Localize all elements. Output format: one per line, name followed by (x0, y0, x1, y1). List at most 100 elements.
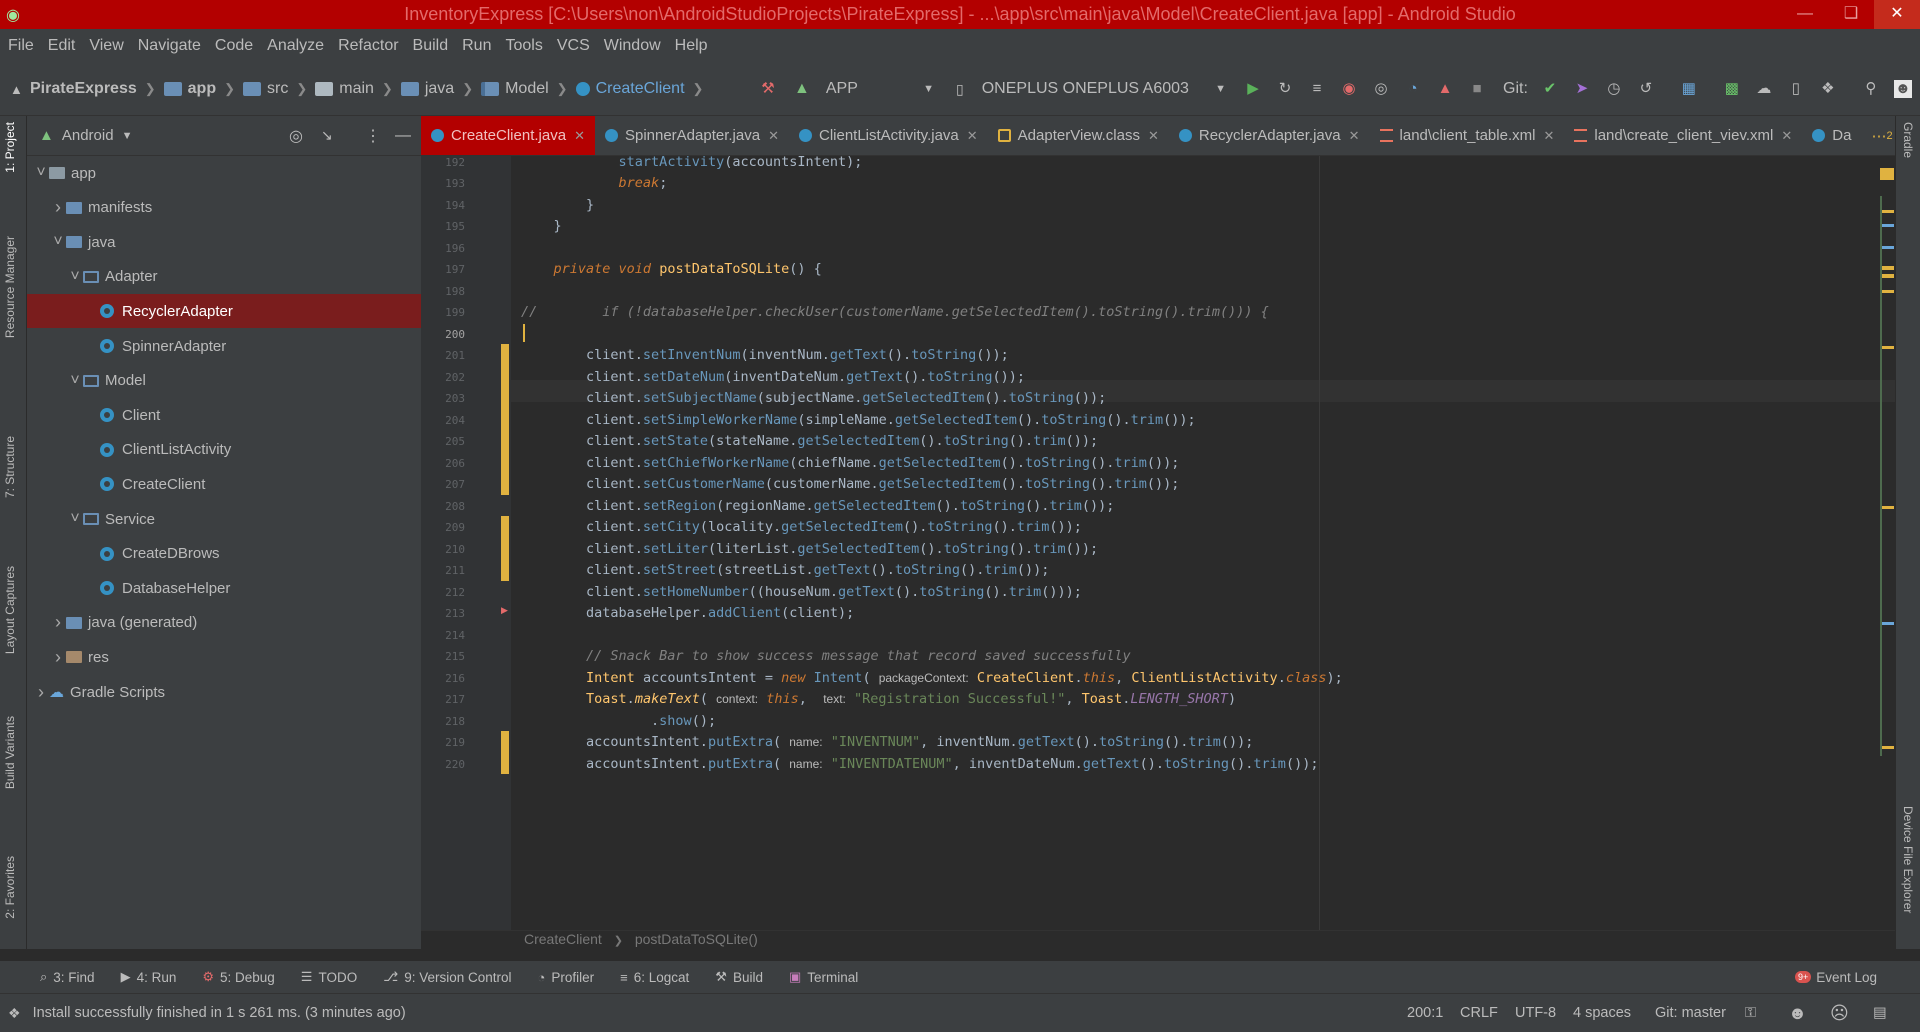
breadcrumb-app[interactable]: app ❯ (163, 80, 235, 98)
tool-button[interactable]: ☰ TODO (301, 969, 357, 985)
hide-panel-icon[interactable]: — (395, 127, 411, 145)
chevron-right-icon[interactable]: › (50, 612, 66, 633)
chevron-down-icon[interactable]: ˅ (33, 164, 49, 182)
options-icon[interactable]: ⋮ (365, 126, 381, 146)
error-stripe-mark[interactable] (1880, 266, 1894, 270)
git-push-icon[interactable]: ➤ (1573, 80, 1591, 98)
menu-tools[interactable]: Tools (505, 37, 542, 55)
tool-button[interactable]: ◔ Profiler (538, 970, 595, 985)
tree-item[interactable]: ClientListActivity (27, 433, 231, 467)
device-manager-icon[interactable]: ▯ (1787, 80, 1805, 98)
menu-refactor[interactable]: Refactor (338, 37, 398, 55)
menu-view[interactable]: View (89, 37, 123, 55)
error-stripe-mark[interactable] (1880, 224, 1894, 227)
account-icon[interactable]: ☻ (1893, 80, 1912, 98)
vcs-change-marker[interactable] (501, 752, 509, 774)
menu-vcs[interactable]: VCS (557, 37, 590, 55)
tree-item[interactable]: › ☁ Gradle Scripts (27, 675, 165, 709)
run-config-selector[interactable]: ▲ APP ▼ (794, 80, 934, 98)
tree-item[interactable]: ˅ java (27, 225, 115, 259)
vcs-change-marker[interactable] (501, 731, 509, 753)
menu-build[interactable]: Build (413, 37, 449, 55)
vcs-change-marker[interactable] (501, 473, 509, 495)
project-view-selector[interactable]: Android (62, 127, 114, 144)
apply-code-changes-icon[interactable]: ≡ (1308, 80, 1326, 98)
vcs-change-marker[interactable] (501, 516, 509, 538)
tree-item[interactable]: › manifests (27, 191, 152, 225)
close-tab-icon[interactable]: ✕ (768, 128, 779, 144)
scroll-track[interactable] (1880, 196, 1882, 756)
close-tab-icon[interactable]: ✕ (967, 128, 978, 144)
tree-item[interactable]: SpinnerAdapter (27, 329, 226, 363)
hammer-icon[interactable]: ⚒ (759, 80, 777, 98)
locate-file-icon[interactable]: ◎ (289, 126, 303, 146)
tree-item[interactable]: CreateDBrows (27, 537, 220, 571)
caret-position[interactable]: 200:1 (1407, 1005, 1443, 1021)
close-tab-icon[interactable]: ✕ (1349, 128, 1360, 144)
chevron-down-icon[interactable]: ˅ (67, 372, 83, 390)
chevron-down-icon[interactable]: ˅ (50, 233, 66, 251)
tool-window-resource-manager[interactable]: Resource Manager (3, 236, 17, 338)
stop-icon[interactable]: ■ (1468, 80, 1486, 98)
vcs-change-marker[interactable] (501, 451, 509, 473)
debug-icon[interactable]: ◉ (1340, 80, 1358, 98)
rollback-icon[interactable]: ↺ (1637, 80, 1655, 98)
menu-help[interactable]: Help (675, 37, 708, 55)
close-button[interactable]: ✕ (1874, 0, 1920, 29)
tool-window-project[interactable]: 1: Project (3, 122, 17, 173)
tree-item[interactable]: ˅ Adapter (27, 260, 157, 294)
tool-button[interactable]: ⚒ Build (715, 969, 763, 985)
tree-item[interactable]: › java (generated) (27, 606, 197, 640)
coverage-icon[interactable]: ◎ (1372, 80, 1390, 98)
vcs-change-marker[interactable] (501, 365, 509, 387)
menu-file[interactable]: File (8, 37, 34, 55)
indent-setting[interactable]: 4 spaces (1573, 1005, 1631, 1021)
minimize-button[interactable]: — (1782, 0, 1828, 29)
tool-button[interactable]: ⚙ 5: Debug (202, 969, 274, 985)
chevron-right-icon[interactable]: › (50, 197, 66, 218)
tool-window-build-variants[interactable]: Build Variants (3, 716, 17, 789)
tool-window-gradle[interactable]: Gradle (1901, 122, 1915, 158)
lock-icon[interactable]: ⚿ (1745, 1005, 1756, 1021)
close-tab-icon[interactable]: ✕ (574, 128, 585, 144)
collapse-all-icon[interactable]: ↘ (321, 127, 333, 144)
error-stripe-mark[interactable] (1880, 506, 1894, 509)
menu-run[interactable]: Run (462, 37, 491, 55)
menu-navigate[interactable]: Navigate (138, 37, 201, 55)
breadcrumb-main[interactable]: main ❯ (315, 80, 393, 98)
apply-changes-icon[interactable]: ↻ (1276, 80, 1294, 98)
error-stripe-mark[interactable] (1880, 290, 1894, 293)
menu-analyze[interactable]: Analyze (267, 37, 324, 55)
maximize-button[interactable]: ❑ (1828, 0, 1874, 29)
notifications-icon[interactable]: ▤ (1873, 1005, 1887, 1021)
memory-face-icon[interactable]: ☹ (1830, 1003, 1849, 1024)
tree-item[interactable]: Client (27, 398, 160, 432)
sync-gradle-icon[interactable]: ▩ (1723, 80, 1741, 98)
vcs-change-marker[interactable] (501, 559, 509, 581)
project-structure-icon[interactable]: ▦ (1680, 80, 1698, 98)
editor-tab[interactable]: land\client_table.xml ✕ (1370, 116, 1565, 155)
tool-window-structure[interactable]: 7: Structure (3, 436, 17, 498)
close-tab-icon[interactable]: ✕ (1781, 128, 1792, 144)
event-log-button[interactable]: 9+ Event Log (1795, 970, 1877, 985)
editor-breadcrumb-class[interactable]: CreateClient (524, 931, 602, 947)
search-icon[interactable]: ⚲ (1862, 80, 1880, 98)
error-stripe-mark[interactable] (1880, 746, 1894, 749)
close-tab-icon[interactable]: ✕ (1543, 128, 1554, 144)
run-icon[interactable]: ▶ (1244, 80, 1262, 98)
tabs-overflow-button[interactable]: ⋯ 2 (1861, 116, 1895, 155)
history-icon[interactable]: ◷ (1605, 80, 1623, 98)
tool-button[interactable]: ▶ 4: Run (121, 969, 177, 985)
menu-edit[interactable]: Edit (48, 37, 76, 55)
vcs-change-marker[interactable] (501, 344, 509, 366)
tree-item[interactable]: ˅ Model (27, 364, 146, 398)
tree-item[interactable]: RecyclerAdapter (27, 294, 421, 329)
editor-tab[interactable]: CreateClient.java ✕ (421, 116, 595, 155)
tool-window-layout-captures[interactable]: Layout Captures (3, 566, 17, 654)
editor-tab[interactable]: AdapterView.class ✕ (988, 116, 1169, 155)
tool-button[interactable]: ▣ Terminal (789, 969, 858, 985)
git-branch[interactable]: Git: master (1655, 1005, 1726, 1021)
profile-icon[interactable]: ◔ (1404, 80, 1422, 98)
breadcrumb-src[interactable]: src ❯ (243, 80, 307, 98)
editor-tab[interactable]: RecyclerAdapter.java ✕ (1169, 116, 1370, 155)
